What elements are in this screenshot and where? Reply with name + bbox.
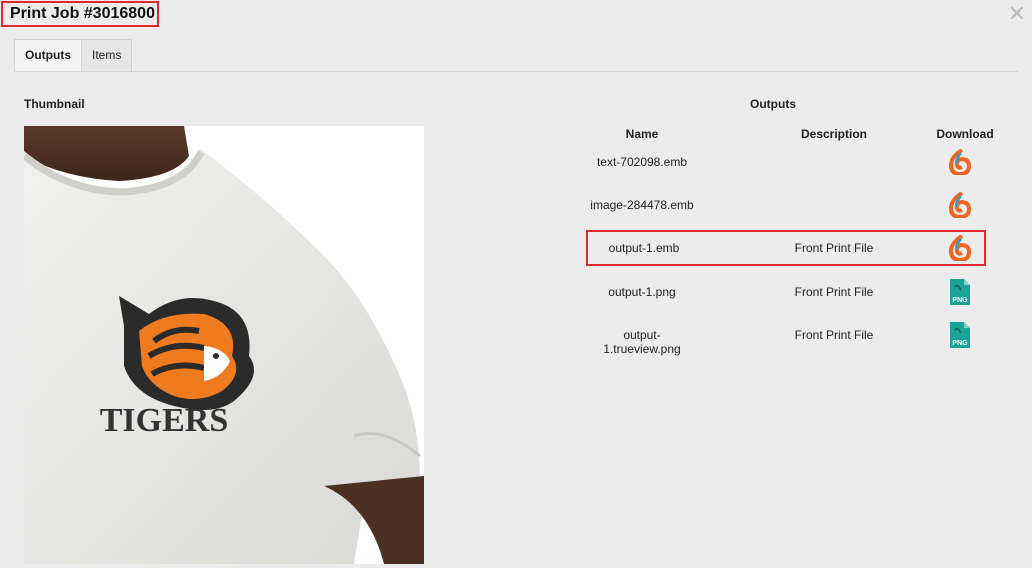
png-file-icon: PNG <box>950 279 970 305</box>
download-button[interactable] <box>940 234 980 262</box>
thumbnail-image: TIGERS <box>24 126 424 564</box>
emb-swirl-icon <box>948 149 972 175</box>
png-file-icon: PNG <box>950 322 970 348</box>
tshirt-illustration: TIGERS <box>24 126 424 564</box>
column-header-download: Download <box>936 127 994 141</box>
file-description: Front Print File <box>794 285 874 299</box>
svg-text:PNG: PNG <box>952 340 968 347</box>
tab-bar: Outputs Items <box>14 39 133 72</box>
table-row: image-284478.emb <box>586 187 986 223</box>
file-description: Front Print File <box>794 328 874 342</box>
file-name: text-702098.emb <box>596 155 688 169</box>
outputs-title: Outputs <box>750 97 796 111</box>
download-button[interactable]: PNG <box>940 278 980 306</box>
file-name: output-1.emb <box>608 241 680 255</box>
close-icon[interactable]: ✕ <box>1008 3 1026 25</box>
file-description: Front Print File <box>794 241 874 255</box>
table-row: output-1.png Front Print File PNG <box>586 274 986 310</box>
table-row: text-702098.emb <box>586 144 986 180</box>
tab-divider <box>14 71 1018 72</box>
column-header-description: Description <box>800 127 867 141</box>
table-row-highlighted: output-1.emb Front Print File <box>586 230 986 266</box>
download-button[interactable] <box>940 148 980 176</box>
logo-text: TIGERS <box>100 402 229 439</box>
thumbnail-label: Thumbnail <box>24 97 85 111</box>
dialog-title: Print Job #3016800 <box>1 1 159 27</box>
download-button[interactable]: PNG <box>940 321 980 349</box>
svg-text:PNG: PNG <box>952 297 968 304</box>
column-header-name: Name <box>625 127 659 141</box>
table-row: output-1.trueview.png Front Print File P… <box>586 317 986 356</box>
file-name: output-1.png <box>608 285 676 299</box>
tab-outputs[interactable]: Outputs <box>14 39 82 72</box>
download-button[interactable] <box>940 191 980 219</box>
emb-swirl-icon <box>948 235 972 261</box>
emb-swirl-icon <box>948 192 972 218</box>
file-name: output-1.trueview.png <box>603 328 681 356</box>
file-name: image-284478.emb <box>590 198 694 212</box>
tab-items[interactable]: Items <box>82 39 133 72</box>
